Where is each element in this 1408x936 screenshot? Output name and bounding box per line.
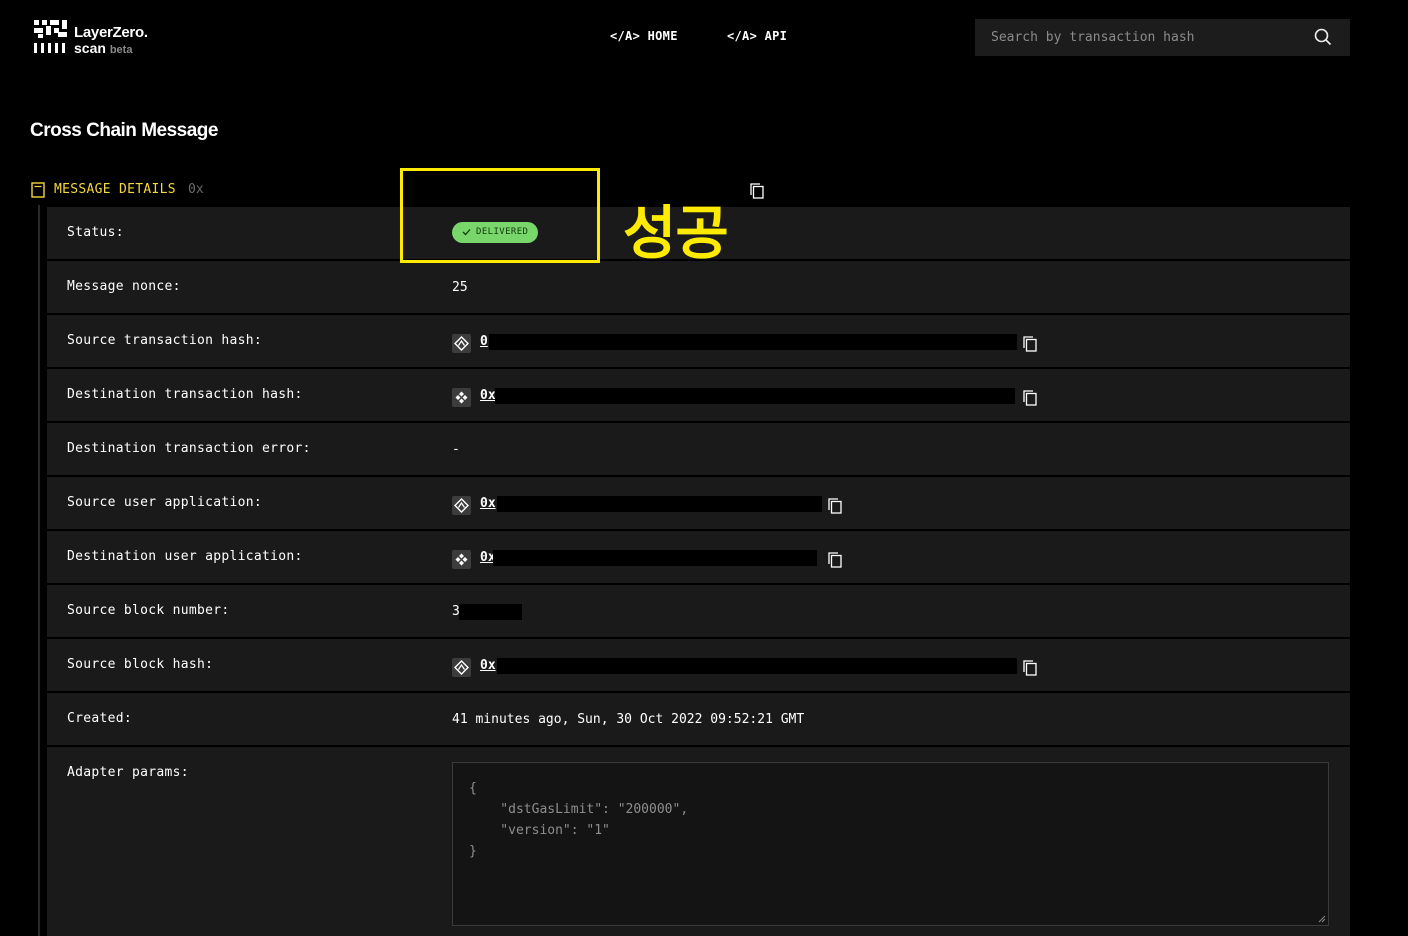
row-label: Source user application: [67,495,263,510]
destination-tx-hash-link[interactable]: 0x [480,388,496,403]
annotation-text: 성공 [623,199,729,267]
copy-icon[interactable] [828,498,842,514]
row-source-block-hash: Source block hash: 0x [47,639,1350,691]
annotation-highlight-box [400,168,600,263]
copy-icon[interactable] [828,552,842,568]
brand-scan: scan [74,40,106,56]
row-label: Destination transaction hash: [67,387,303,402]
nav-api-link[interactable]: </A> API [727,29,787,43]
row-label: Source block number: [67,603,230,618]
redaction [489,334,1017,350]
created-value: 41 minutes ago, Sun, 30 Oct 2022 09:52:2… [452,712,805,727]
row-label: Source transaction hash: [67,333,263,348]
row-label: Status: [67,225,124,240]
redaction [493,550,817,566]
source-user-app-link[interactable]: 0x [480,496,496,511]
row-label: Source block hash: [67,657,214,672]
copy-icon[interactable] [1023,390,1037,406]
source-chain-icon [452,334,471,353]
row-label: Destination transaction error: [67,441,311,456]
row-label: Created: [67,711,133,726]
row-destination-user-application: Destination user application: 0x [47,531,1350,583]
section-divider [38,205,40,936]
adapter-params-json: { "dstGasLimit": "200000", "version": "1… [469,781,689,859]
brand-tag: beta [109,44,133,56]
row-source-block-number: Source block number: 3 [47,585,1350,637]
destination-tx-error-value: - [452,442,460,457]
row-label: Destination user application: [67,549,303,564]
row-destination-tx-error: Destination transaction error: - [47,423,1350,475]
redaction [459,604,522,620]
row-source-user-application: Source user application: 0x [47,477,1350,529]
section-hash: 0x [188,182,204,197]
row-destination-tx-hash: Destination transaction hash: 0x [47,369,1350,421]
page-title: Cross Chain Message [30,120,218,141]
layerzero-logo[interactable]: LayerZero. scan beta [34,20,164,60]
row-source-tx-hash: Source transaction hash: 0 [47,315,1350,367]
row-adapter-params: Adapter params: { "dstGasLimit": "200000… [47,747,1350,936]
brand-sub: scan beta [74,40,132,56]
message-nonce-value: 25 [452,280,468,295]
search-box [975,19,1350,56]
row-created: Created: 41 minutes ago, Sun, 30 Oct 202… [47,693,1350,745]
resize-handle-icon[interactable] [1318,915,1326,923]
search-input[interactable] [975,19,1305,56]
source-tx-hash-link[interactable]: 0 [480,334,488,349]
redaction [495,388,1015,404]
layerzero-logo-icon [34,20,68,54]
bnb-chain-icon [452,550,471,569]
section-label: MESSAGE DETAILS [54,182,176,197]
document-icon [31,182,45,198]
copy-icon[interactable] [1023,660,1037,676]
row-label: Adapter params: [67,765,189,780]
redaction [497,658,1017,674]
source-chain-icon [452,496,471,515]
adapter-params-textarea[interactable]: { "dstGasLimit": "200000", "version": "1… [452,762,1329,926]
copy-icon[interactable] [1023,336,1037,352]
bnb-chain-icon [452,388,471,407]
search-icon[interactable] [1314,28,1332,46]
row-label: Message nonce: [67,279,181,294]
source-chain-icon [452,658,471,677]
source-block-hash-link[interactable]: 0x [480,658,496,673]
nav-home-link[interactable]: </A> HOME [610,29,678,43]
brand-name: LayerZero. [74,24,148,41]
copy-icon[interactable] [750,183,764,199]
redaction [497,496,822,512]
